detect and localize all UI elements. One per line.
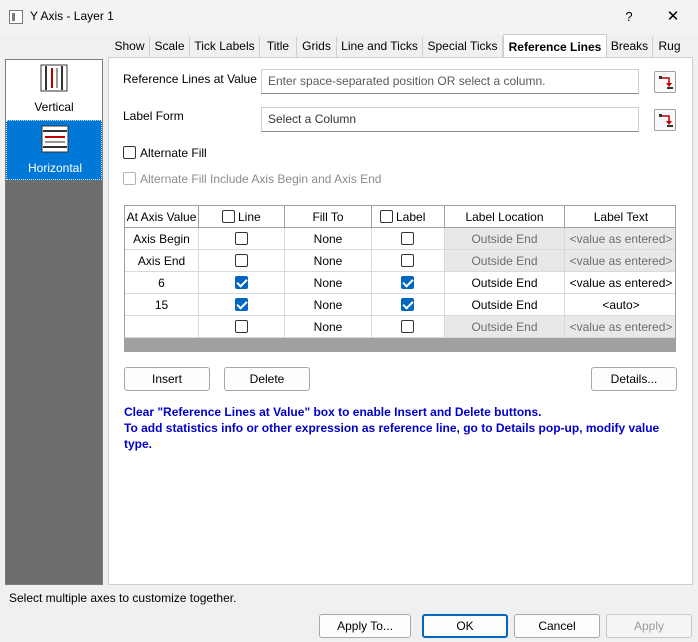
apply-button[interactable]: Apply [606,614,692,638]
column-picker-icon [659,114,673,127]
table-row-text[interactable]: <value as entered> [565,272,675,294]
col-header-at-axis-value[interactable]: At Axis Value [125,206,199,228]
table-row-location[interactable]: Outside End [445,316,565,338]
label-checkbox[interactable] [401,298,414,311]
ok-button[interactable]: OK [422,614,508,638]
table-row-label[interactable] [372,272,445,294]
table-row-fill-to[interactable]: None [285,294,372,316]
info-line-1: Clear "Reference Lines at Value" box to … [124,405,542,419]
label-all-checkbox[interactable] [380,210,393,223]
apply-to-button[interactable]: Apply To... [319,614,411,638]
alternate-fill-include-label: Alternate Fill Include Axis Begin and Ax… [140,172,382,186]
table-row-location[interactable]: Outside End [445,272,565,294]
reference-lines-table: At Axis Value Line Fill To Label Label L… [124,205,676,352]
tab-reference-lines[interactable]: Reference Lines [503,34,607,57]
label-checkbox[interactable] [401,232,414,245]
info-line-2: To add statistics info or other expressi… [124,421,660,451]
tab-title[interactable]: Title [260,37,297,57]
label-checkbox[interactable] [401,254,414,267]
table-row-line[interactable] [199,294,285,316]
label-column-select-button[interactable] [654,109,676,131]
line-checkbox[interactable] [234,254,248,267]
table-row-line[interactable] [199,272,285,294]
table-row-line[interactable] [199,316,285,338]
tab-scale[interactable]: Scale [150,37,190,57]
table-row-text[interactable]: <auto> [565,294,675,316]
label-form-label: Label Form [123,109,184,123]
table-header: At Axis Value Line Fill To Label Label L… [125,206,675,228]
table-row-value[interactable]: Axis Begin [125,228,199,250]
tab-show[interactable]: Show [110,37,150,57]
label-checkbox[interactable] [401,276,414,289]
table-row-fill-to[interactable]: None [285,272,372,294]
table-row-fill-to[interactable]: None [285,250,372,272]
sidebar-item-horizontal[interactable]: Horizontal [6,120,102,180]
alternate-fill-include-checkbox[interactable] [123,172,136,185]
help-button[interactable]: ? [617,6,641,28]
line-checkbox[interactable] [234,298,248,311]
col-header-label-text-column[interactable]: Label Text [565,206,675,228]
axis-selector-panel: Vertical Horizontal [5,59,103,585]
col-header-label-text: Label [396,210,426,224]
info-text: Clear "Reference Lines at Value" box to … [124,404,684,452]
ref-lines-input[interactable]: Enter space-separated position OR select… [261,69,639,94]
table-row-text[interactable]: <value as entered> [565,250,675,272]
ref-lines-label: Reference Lines at Value [123,72,257,86]
table-row-label[interactable] [372,228,445,250]
table-row-label[interactable] [372,250,445,272]
col-header-fill-to[interactable]: Fill To [285,206,372,228]
app-window-icon [9,10,23,24]
close-button[interactable]: ✕ [658,5,688,29]
col-header-line-label: Line [238,210,261,224]
table-row-line[interactable] [199,250,285,272]
horizontal-axis-icon [41,125,69,153]
line-checkbox[interactable] [234,276,248,289]
table-row-value[interactable] [125,316,199,338]
cancel-button[interactable]: Cancel [514,614,600,638]
alternate-fill-label: Alternate Fill [140,146,207,160]
delete-button[interactable]: Delete [224,367,310,391]
col-header-label-location[interactable]: Label Location [445,206,565,228]
table-row-location[interactable]: Outside End [445,250,565,272]
tab-line-and-ticks[interactable]: Line and Ticks [337,37,423,57]
tab-special-ticks[interactable]: Special Ticks [423,37,503,57]
table-row-fill-to[interactable]: None [285,316,372,338]
table-row-text[interactable]: <value as entered> [565,316,675,338]
tab-rug[interactable]: Rug [653,37,686,57]
tab-tick-labels[interactable]: Tick Labels [190,37,260,57]
alternate-fill-checkbox[interactable] [123,146,136,159]
line-checkbox[interactable] [234,320,248,333]
label-form-input[interactable]: Select a Column [261,107,639,132]
table-row-text[interactable]: <value as entered> [565,228,675,250]
table-row-value[interactable]: Axis End [125,250,199,272]
insert-button[interactable]: Insert [124,367,210,391]
table-row-value[interactable]: 6 [125,272,199,294]
tab-breaks[interactable]: Breaks [607,37,653,57]
table-empty-area [125,338,675,351]
table-row-fill-to[interactable]: None [285,228,372,250]
column-picker-icon [659,76,673,89]
sidebar-item-label: Vertical [34,100,74,114]
table-row-label[interactable] [372,294,445,316]
title-bar: Y Axis - Layer 1 ? ✕ [0,0,698,34]
column-select-button[interactable] [654,71,676,93]
line-checkbox[interactable] [234,232,248,245]
table-row-location[interactable]: Outside End [445,228,565,250]
status-text: Select multiple axes to customize togeth… [9,591,237,605]
sidebar-item-vertical[interactable]: Vertical [6,60,102,120]
details-button[interactable]: Details... [591,367,677,391]
tab-grids[interactable]: Grids [297,37,337,57]
table-row-value[interactable]: 15 [125,294,199,316]
table-row-label[interactable] [372,316,445,338]
label-checkbox[interactable] [401,320,414,333]
line-all-checkbox[interactable] [222,210,235,223]
col-header-line[interactable]: Line [199,206,285,228]
col-header-label[interactable]: Label [372,206,445,228]
window-title: Y Axis - Layer 1 [30,9,114,23]
vertical-axis-icon [40,64,68,92]
table-row-line[interactable] [199,228,285,250]
sidebar-item-label: Horizontal [27,161,83,175]
table-row-location[interactable]: Outside End [445,294,565,316]
